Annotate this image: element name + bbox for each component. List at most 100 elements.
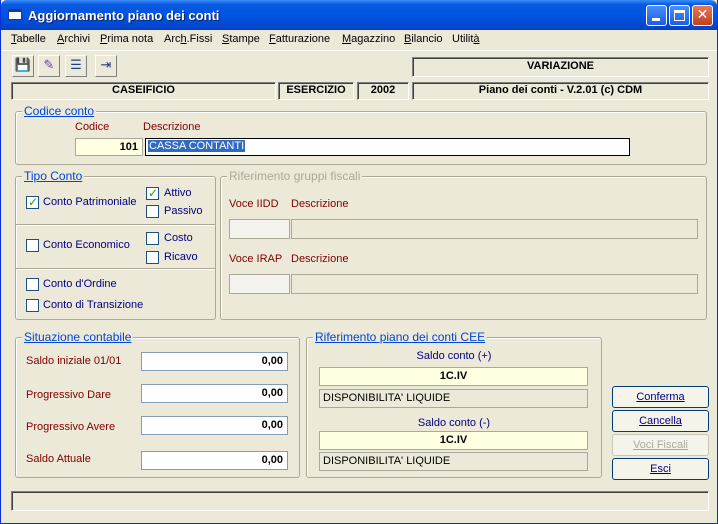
conto-economico-checkbox[interactable] xyxy=(26,239,39,252)
menu-arch-fissi[interactable]: Arch.Fissi xyxy=(164,33,212,45)
cancella-label: Cancella xyxy=(639,415,682,427)
product-panel: Piano dei conti - V.2.01 (c) CDM xyxy=(412,82,709,100)
app-window-icon xyxy=(8,9,22,20)
progressivo-dare-field[interactable]: 0,00 xyxy=(141,384,288,403)
tipo-conto-separator-2 xyxy=(16,268,215,270)
company-panel: CASEIFICIO xyxy=(11,82,276,100)
save-button[interactable]: 💾 xyxy=(12,55,34,77)
conto-transizione-label: Conto di Transizione xyxy=(43,299,144,311)
conferma-button[interactable]: Conferma xyxy=(612,386,709,408)
saldo-iniziale-value: 0,00 xyxy=(261,355,283,367)
saldo-attuale-value: 0,00 xyxy=(261,454,283,466)
minimize-button[interactable] xyxy=(646,5,667,26)
mode-text: VARIAZIONE xyxy=(526,60,595,72)
progressivo-avere-label: Progressivo Avere xyxy=(26,421,116,433)
check-icon: ✓ xyxy=(28,195,39,209)
floppy-disk-icon: 💾 xyxy=(14,58,32,73)
codice-field[interactable]: 101 xyxy=(75,138,143,156)
progressivo-dare-label: Progressivo Dare xyxy=(26,389,111,401)
menu-archivi[interactable]: Archivi xyxy=(57,33,90,45)
check-icon: ✓ xyxy=(148,186,159,200)
menu-fatturazione[interactable]: Fatturazione xyxy=(269,33,330,45)
saldo-minus-label: Saldo conto (-) xyxy=(417,417,491,429)
saldo-attuale-label: Saldo Attuale xyxy=(26,453,91,465)
menu-prima-nota[interactable]: Prima nota xyxy=(100,33,153,45)
toolbar-separator xyxy=(1,50,717,51)
progressivo-avere-value: 0,00 xyxy=(261,419,283,431)
close-button[interactable]: ✕ xyxy=(692,5,713,26)
ricavo-checkbox[interactable] xyxy=(146,251,159,264)
main-window: Aggiornamento piano dei conti ✕ Tabelle … xyxy=(0,0,718,524)
esercizio-value-panel: 2002 xyxy=(357,82,409,100)
company-name: CASEIFICIO xyxy=(112,84,175,96)
menu-tabelle[interactable]: Tabelle xyxy=(11,33,46,45)
menu-utilita[interactable]: Utilità xyxy=(452,33,480,45)
saldo-minus-desc-field: DISPONIBILITA' LIQUIDE xyxy=(319,452,588,471)
maximize-icon xyxy=(674,10,685,21)
progressivo-dare-value: 0,00 xyxy=(261,387,283,399)
conto-patrimoniale-label: Conto Patrimoniale xyxy=(43,196,137,208)
riferimento-fiscali-legend: Riferimento gruppi fiscali xyxy=(227,169,363,183)
situazione-legend: Situazione contabile xyxy=(22,330,134,344)
descrizione-iidd-field[interactable] xyxy=(291,219,698,239)
saldo-plus-code-field[interactable]: 1C.IV xyxy=(319,367,588,386)
menu-magazzino[interactable]: Magazzino xyxy=(342,33,395,45)
status-bar xyxy=(11,491,709,511)
minimize-icon xyxy=(652,18,660,21)
maximize-button[interactable] xyxy=(669,5,690,26)
exit-toolbar-button[interactable]: ⇥ xyxy=(95,55,117,77)
passivo-checkbox[interactable] xyxy=(146,205,159,218)
exit-door-icon: ⇥ xyxy=(100,58,112,73)
close-icon: ✕ xyxy=(696,7,709,23)
saldo-minus-desc: DISPONIBILITA' LIQUIDE xyxy=(323,455,451,467)
voci-fiscali-button[interactable]: Voci Fiscali xyxy=(612,434,709,456)
descrizione-iidd-label: Descrizione xyxy=(291,198,349,210)
pencil-icon: ✎ xyxy=(43,58,55,73)
saldo-minus-code: 1C.IV xyxy=(439,434,468,446)
saldo-plus-code: 1C.IV xyxy=(439,370,468,382)
conto-patrimoniale-checkbox[interactable]: ✓ xyxy=(26,195,39,209)
esercizio-label-panel: ESERCIZIO xyxy=(278,82,354,100)
voce-iidd-field[interactable] xyxy=(229,219,290,239)
conto-transizione-checkbox[interactable] xyxy=(26,299,39,312)
conto-economico-label: Conto Economico xyxy=(43,239,130,251)
progressivo-avere-field[interactable]: 0,00 xyxy=(141,416,288,435)
conto-ordine-checkbox[interactable] xyxy=(26,278,39,291)
saldo-iniziale-label: Saldo iniziale 01/01 xyxy=(26,355,122,367)
menu-stampe[interactable]: Stampe xyxy=(222,33,260,45)
edit-button[interactable]: ✎ xyxy=(38,55,60,77)
descrizione-label: Descrizione xyxy=(143,121,201,133)
riferimento-fiscali-group: Riferimento gruppi fiscali Voce IIDD Des… xyxy=(220,169,707,320)
saldo-minus-code-field[interactable]: 1C.IV xyxy=(319,431,588,450)
descrizione-irap-label: Descrizione xyxy=(291,253,349,265)
esci-label: Esci xyxy=(650,463,671,475)
voce-irap-field[interactable] xyxy=(229,274,290,294)
saldo-iniziale-field[interactable]: 0,00 xyxy=(141,352,288,371)
descrizione-input[interactable]: CASSA CONTANTI xyxy=(145,138,630,156)
costo-checkbox[interactable] xyxy=(146,232,159,245)
cancella-button[interactable]: Cancella xyxy=(612,410,709,432)
attivo-checkbox[interactable]: ✓ xyxy=(146,186,159,200)
esercizio-label: ESERCIZIO xyxy=(286,84,346,96)
tipo-conto-group: Tipo Conto ✓ Conto Patrimoniale ✓ Attivo… xyxy=(15,169,216,320)
edit-list-button[interactable]: ☰ xyxy=(65,55,87,77)
riferimento-cee-group: Riferimento piano dei conti CEE Saldo co… xyxy=(306,330,602,478)
esci-button[interactable]: Esci xyxy=(612,458,709,480)
window-title: Aggiornamento piano dei conti xyxy=(28,8,220,23)
conto-ordine-label: Conto d'Ordine xyxy=(43,278,117,290)
codice-conto-group: Codice conto Codice Descrizione 101 CASS… xyxy=(15,104,707,165)
title-bar[interactable]: Aggiornamento piano dei conti ✕ xyxy=(1,0,717,30)
saldo-attuale-field[interactable]: 0,00 xyxy=(141,451,288,470)
ricavo-label: Ricavo xyxy=(164,251,198,263)
voce-irap-label: Voce IRAP xyxy=(229,253,283,265)
descrizione-irap-field[interactable] xyxy=(291,274,698,294)
tipo-conto-separator-1 xyxy=(16,224,215,226)
menu-bilancio[interactable]: Bilancio xyxy=(404,33,443,45)
voci-fiscali-label: Voci Fiscali xyxy=(632,439,689,451)
attivo-label: Attivo xyxy=(164,187,192,199)
tipo-conto-legend: Tipo Conto xyxy=(22,169,85,183)
codice-value: 101 xyxy=(119,141,138,153)
codice-conto-legend: Codice conto xyxy=(22,104,97,118)
esercizio-value: 2002 xyxy=(370,84,396,96)
situazione-contabile-group: Situazione contabile Saldo iniziale 01/0… xyxy=(15,330,300,478)
